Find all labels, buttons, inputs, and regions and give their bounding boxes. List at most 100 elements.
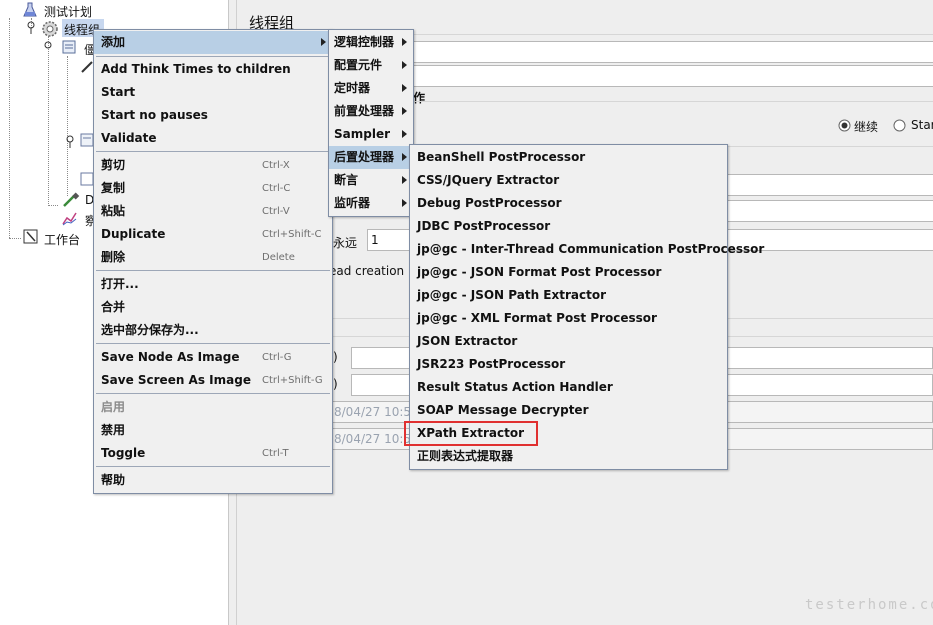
- listener-chart-icon: [62, 212, 77, 226]
- submenu-arrow-icon: [402, 199, 407, 207]
- duration-label: ): [333, 350, 338, 364]
- expand-toggle-icon[interactable]: [26, 21, 36, 35]
- menu-item-listener[interactable]: 监听器: [329, 192, 413, 215]
- menu-item-assertion[interactable]: 断言: [329, 169, 413, 192]
- startup-delay-label: ): [333, 377, 338, 391]
- menu-shortcut: Ctrl-V: [262, 206, 290, 217]
- submenu-arrow-icon: [402, 153, 407, 161]
- menu-shortcut: Ctrl+Shift-C: [262, 229, 322, 240]
- pencil-icon: [81, 61, 93, 73]
- submenu-arrow-icon: [321, 38, 326, 46]
- menu-item-config-element[interactable]: 配置元件: [329, 54, 413, 77]
- menu-shortcut: Ctrl-C: [262, 183, 291, 194]
- menu-item-label: 断言: [334, 173, 359, 187]
- menu-item-regex-extractor[interactable]: 正则表达式提取器: [410, 445, 727, 468]
- menu-item-pre-processor[interactable]: 前置处理器: [329, 100, 413, 123]
- submenu-arrow-icon: [402, 61, 407, 69]
- menu-item-label: 正则表达式提取器: [417, 449, 514, 463]
- menu-shortcut: Ctrl-T: [262, 448, 289, 459]
- menu-item-label: jp@gc - JSON Path Extractor: [417, 288, 606, 302]
- menu-item-inter-thread-communication[interactable]: jp@gc - Inter-Thread Communication PostP…: [410, 238, 764, 261]
- menu-item-jdbc-postprocessor[interactable]: JDBC PostProcessor: [410, 215, 727, 238]
- menu-item-label: 粘贴: [101, 204, 126, 218]
- menu-item-css-jquery-extractor[interactable]: CSS/JQuery Extractor: [410, 169, 727, 192]
- menu-item-start-no-pauses[interactable]: Start no pauses: [94, 104, 332, 127]
- menu-item-timer[interactable]: 定时器: [329, 77, 413, 100]
- menu-item-label: BeanShell PostProcessor: [417, 150, 586, 164]
- menu-item-json-format-post-processor[interactable]: jp@gc - JSON Format Post Processor: [410, 261, 727, 284]
- menu-item-save-node-image[interactable]: Save Node As Image Ctrl-G: [94, 346, 332, 369]
- menu-item-label: jp@gc - Inter-Thread Communication PostP…: [417, 242, 765, 256]
- menu-item-label: Start: [101, 85, 136, 99]
- menu-separator: [96, 56, 330, 57]
- start-time-value: 8/04/27 10:55: [334, 405, 419, 419]
- menu-item-start[interactable]: Start: [94, 81, 332, 104]
- menu-item-label: JSR223 PostProcessor: [417, 357, 566, 371]
- config-element-icon: [62, 40, 76, 54]
- menu-item-logic-controller[interactable]: 逻辑控制器: [329, 31, 413, 54]
- expand-toggle-icon[interactable]: [43, 41, 53, 53]
- menu-item-label: 添加: [101, 35, 126, 49]
- menu-item-save-screen-image[interactable]: Save Screen As Image Ctrl+Shift-G: [94, 369, 332, 392]
- menu-item-label: 合并: [101, 300, 126, 314]
- menu-item-add[interactable]: 添加: [94, 31, 332, 54]
- tree-item-test-plan[interactable]: 测试计划: [44, 3, 92, 20]
- menu-item-label: Debug PostProcessor: [417, 196, 562, 210]
- menu-item-label: JDBC PostProcessor: [417, 219, 551, 233]
- menu-item-duplicate[interactable]: Duplicate Ctrl+Shift-C: [94, 223, 332, 246]
- menu-item-json-extractor[interactable]: JSON Extractor: [410, 330, 727, 353]
- submenu-arrow-icon: [402, 38, 407, 46]
- submenu-arrow-icon: [402, 84, 407, 92]
- menu-item-toggle[interactable]: Toggle Ctrl-T: [94, 442, 332, 465]
- menu-item-label: Add Think Times to children: [101, 62, 291, 76]
- menu-item-merge[interactable]: 合并: [94, 296, 332, 319]
- radio-start-label: Star: [911, 118, 933, 132]
- menu-item-copy[interactable]: 复制 Ctrl-C: [94, 177, 332, 200]
- tree-item-workbench[interactable]: 工作台: [44, 231, 80, 248]
- menu-item-sampler[interactable]: Sampler: [329, 123, 413, 146]
- submenu-arrow-icon: [402, 130, 407, 138]
- comments-field[interactable]: [412, 65, 933, 87]
- menu-item-cut[interactable]: 剪切 Ctrl-X: [94, 154, 332, 177]
- menu-item-result-status-action-handler[interactable]: Result Status Action Handler: [410, 376, 727, 399]
- menu-separator: [96, 466, 330, 467]
- menu-item-label: 逻辑控制器: [334, 35, 395, 49]
- menu-separator: [96, 151, 330, 152]
- menu-shortcut: Ctrl-G: [262, 352, 292, 363]
- sampler-error-action-label: 作: [413, 91, 426, 105]
- menu-item-paste[interactable]: 粘贴 Ctrl-V: [94, 200, 332, 223]
- menu-item-disable[interactable]: 禁用: [94, 419, 332, 442]
- menu-separator: [96, 393, 330, 394]
- menu-separator: [96, 343, 330, 344]
- menu-item-label: 剪切: [101, 158, 126, 172]
- menu-item-label: 定时器: [334, 81, 371, 95]
- menu-item-xml-format-post-processor[interactable]: jp@gc - XML Format Post Processor: [410, 307, 727, 330]
- menu-item-validate[interactable]: Validate: [94, 127, 332, 150]
- menu-item-add-think-times[interactable]: Add Think Times to children: [94, 58, 332, 81]
- radio-continue-label: 继续: [854, 120, 879, 134]
- menu-item-soap-message-decrypter[interactable]: SOAP Message Decrypter: [410, 399, 727, 422]
- menu-item-enable: 启用: [94, 396, 332, 419]
- menu-item-json-path-extractor[interactable]: jp@gc - JSON Path Extractor: [410, 284, 727, 307]
- expand-toggle-icon[interactable]: [65, 135, 75, 149]
- menu-item-save-selection[interactable]: 选中部分保存为...: [94, 319, 332, 342]
- menu-item-jsr223-postprocessor[interactable]: JSR223 PostProcessor: [410, 353, 727, 376]
- menu-item-label: Start no pauses: [101, 108, 208, 122]
- menu-item-label: JSON Extractor: [417, 334, 518, 348]
- menu-item-delete[interactable]: 删除 Delete: [94, 246, 332, 269]
- menu-item-label: 打开...: [101, 277, 139, 291]
- menu-item-help[interactable]: 帮助: [94, 469, 332, 492]
- submenu-arrow-icon: [402, 176, 407, 184]
- radio-continue[interactable]: [838, 119, 851, 132]
- menu-item-post-processor[interactable]: 后置处理器: [329, 146, 413, 169]
- menu-item-label: Save Screen As Image: [101, 373, 251, 387]
- name-field[interactable]: [412, 41, 933, 63]
- menu-item-open[interactable]: 打开...: [94, 273, 332, 296]
- menu-item-beanshell-postprocessor[interactable]: BeanShell PostProcessor: [410, 146, 727, 169]
- menu-item-debug-postprocessor[interactable]: Debug PostProcessor: [410, 192, 727, 215]
- menu-shortcut: Ctrl+Shift-G: [262, 375, 323, 386]
- menu-item-label: 禁用: [101, 423, 126, 437]
- menu-item-label: 帮助: [101, 473, 126, 487]
- radio-start-next[interactable]: [893, 119, 906, 132]
- context-menu: 添加 Add Think Times to children Start Sta…: [93, 29, 333, 494]
